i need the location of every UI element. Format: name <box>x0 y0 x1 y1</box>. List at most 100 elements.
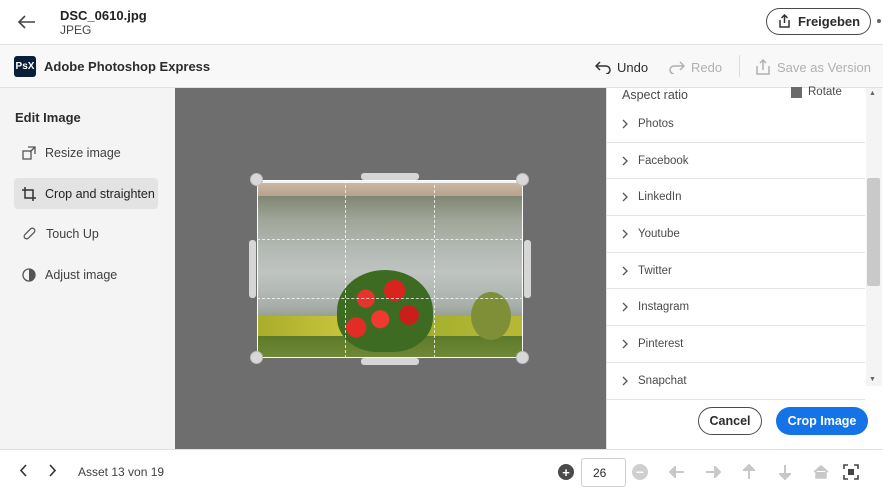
crop-handle-top-right[interactable] <box>516 173 529 186</box>
home-button[interactable] <box>812 463 830 481</box>
save-as-version-label: Save as Version <box>777 59 871 75</box>
arrow-left-icon <box>18 15 35 29</box>
tool-crop-and-straighten[interactable]: Crop and straighten <box>14 178 158 209</box>
fit-screen-icon <box>843 464 859 480</box>
pan-down-button[interactable] <box>776 463 794 481</box>
edit-panel: Edit Image Resize image Crop and straigh… <box>0 88 175 449</box>
pan-left-button[interactable] <box>668 463 686 481</box>
arrow-up-icon <box>743 464 755 479</box>
zoom-in-button[interactable]: + <box>558 464 574 480</box>
aspect-option-instagram[interactable]: Instagram <box>607 289 865 327</box>
tool-label: Touch Up <box>46 226 99 241</box>
aspect-option-label: Facebook <box>638 154 689 167</box>
panel-title: Edit Image <box>15 110 81 125</box>
aspect-option-label: Twitter <box>638 264 672 277</box>
scroll-down-icon[interactable]: ▼ <box>869 376 876 383</box>
pan-right-button[interactable] <box>704 463 722 481</box>
crop-frame[interactable] <box>257 180 523 358</box>
aspect-option-photos[interactable]: Photos <box>607 106 865 143</box>
aspect-option-label: Snapchat <box>638 374 687 387</box>
crop-handle-top-left[interactable] <box>250 173 263 186</box>
aspect-option-label: Photos <box>638 117 674 130</box>
aspect-ratio-list: Photos Facebook LinkedIn Youtube Twitter… <box>607 106 865 400</box>
aspect-option-linkedin[interactable]: LinkedIn <box>607 179 865 217</box>
fit-screen-button[interactable] <box>842 463 860 481</box>
share-button[interactable]: Freigeben <box>766 8 871 35</box>
redo-label: Redo <box>691 59 723 75</box>
redo-button[interactable]: Redo <box>669 56 722 78</box>
asset-counter: Asset 13 von 19 <box>78 465 165 479</box>
chevron-left-icon <box>19 464 27 477</box>
tool-adjust-image[interactable]: Adjust image <box>14 259 158 290</box>
app-name: Adobe Photoshop Express <box>44 59 211 74</box>
aspect-option-label: Youtube <box>638 227 680 240</box>
home-icon <box>813 465 829 479</box>
crop-handle-top[interactable] <box>361 173 419 180</box>
tool-label: Crop and straighten <box>45 186 155 201</box>
top-header: DSC_0610.jpg JPEG Freigeben <box>0 0 883 45</box>
adjust-icon <box>22 267 36 282</box>
tool-label: Adjust image <box>45 267 118 282</box>
chevron-right-icon <box>622 156 628 165</box>
back-button[interactable] <box>14 10 40 34</box>
pan-up-button[interactable] <box>740 463 758 481</box>
image-canvas[interactable] <box>175 88 606 449</box>
share-icon <box>779 14 790 28</box>
scroll-up-icon[interactable]: ▲ <box>869 90 876 97</box>
undo-label: Undo <box>617 59 649 75</box>
arrow-left-icon <box>669 466 684 478</box>
chevron-right-icon <box>49 464 57 477</box>
chevron-right-icon <box>622 339 628 349</box>
crop-handle-left[interactable] <box>249 240 256 298</box>
chevron-right-icon <box>622 192 628 202</box>
bottom-bar: Asset 13 von 19 + − <box>0 449 883 495</box>
app-bar: PsX Adobe Photoshop Express Undo Redo Sa… <box>0 45 883 88</box>
undo-icon <box>595 60 611 74</box>
tool-touch-up[interactable]: Touch Up <box>14 218 158 249</box>
zoom-out-button[interactable]: − <box>632 464 648 480</box>
chevron-right-icon <box>622 302 628 312</box>
aspect-option-label: Instagram <box>638 301 690 314</box>
rotate-button[interactable]: Rotate <box>791 86 842 98</box>
arrow-down-icon <box>779 465 791 480</box>
tool-resize-image[interactable]: Resize image <box>14 137 158 168</box>
toolbar-divider <box>739 55 740 77</box>
file-name: DSC_0610.jpg <box>60 8 147 23</box>
save-as-version-button[interactable]: Save as Version <box>755 56 871 78</box>
aspect-option-pinterest[interactable]: Pinterest <box>607 326 865 363</box>
previous-asset-button[interactable] <box>19 464 28 482</box>
next-asset-button[interactable] <box>48 464 57 482</box>
rotate-label: Rotate <box>808 86 842 98</box>
aspect-option-snapchat[interactable]: Snapchat <box>607 363 865 400</box>
chevron-right-icon <box>622 119 628 129</box>
save-version-icon <box>756 59 770 75</box>
arrow-right-icon <box>706 466 721 478</box>
crop-handle-bottom-right[interactable] <box>516 351 529 364</box>
zoom-level-input[interactable] <box>581 458 626 487</box>
crop-handle-bottom-left[interactable] <box>250 351 263 364</box>
bandage-icon <box>23 227 36 240</box>
rotate-icon <box>791 86 802 98</box>
crop-handle-bottom[interactable] <box>361 358 419 365</box>
chevron-right-icon <box>622 229 628 239</box>
aspect-option-facebook[interactable]: Facebook <box>607 143 865 180</box>
undo-button[interactable]: Undo <box>595 56 648 78</box>
aspect-option-label: Pinterest <box>638 337 684 350</box>
crop-icon <box>22 186 36 201</box>
tool-label: Resize image <box>45 145 121 160</box>
resize-icon <box>22 145 36 160</box>
crop-image-button[interactable]: Crop Image <box>776 407 868 435</box>
aspect-option-label: LinkedIn <box>638 191 682 204</box>
chevron-right-icon <box>622 266 628 276</box>
aspect-option-twitter[interactable]: Twitter <box>607 253 865 290</box>
redo-icon <box>669 60 685 74</box>
app-logo: PsX <box>14 56 36 77</box>
aspect-option-youtube[interactable]: Youtube <box>607 216 865 253</box>
plus-icon: + <box>562 464 570 480</box>
file-type: JPEG <box>60 23 92 37</box>
crop-handle-right[interactable] <box>524 240 531 298</box>
cancel-button[interactable]: Cancel <box>698 407 762 435</box>
scrollbar-thumb[interactable] <box>867 178 880 286</box>
share-label: Freigeben <box>797 14 861 29</box>
more-options-icon[interactable] <box>877 19 881 23</box>
